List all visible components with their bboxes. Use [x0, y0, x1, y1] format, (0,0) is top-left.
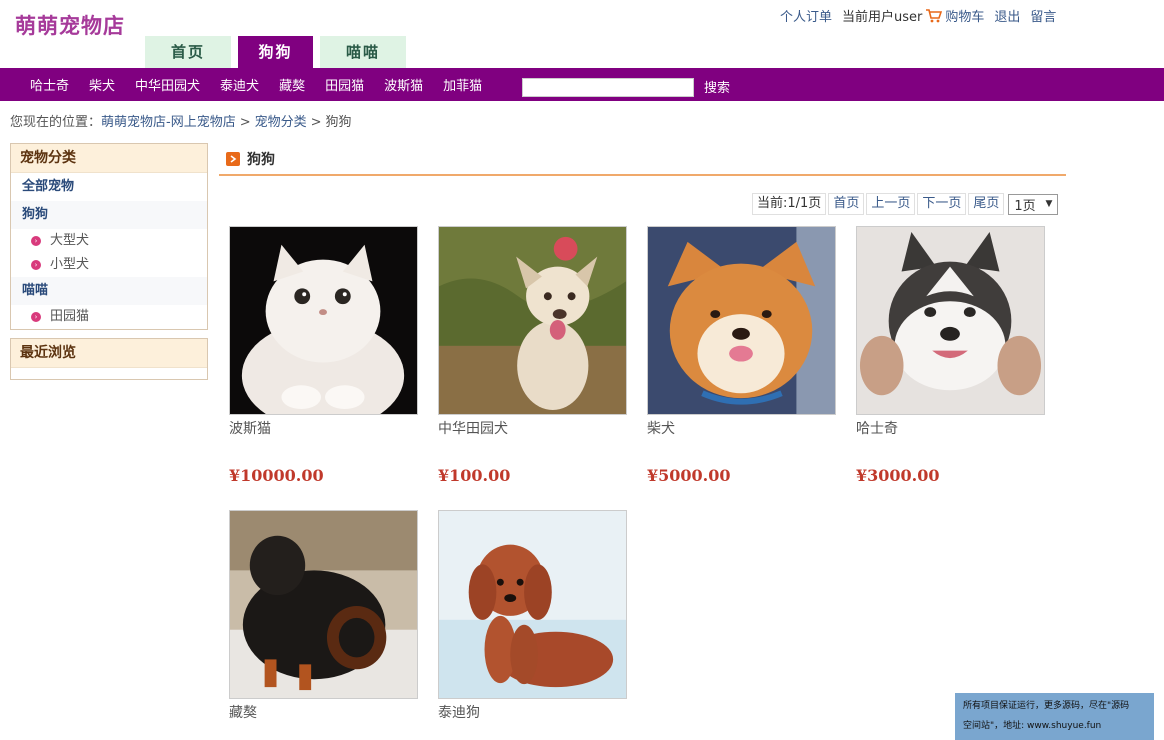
- nav-item-chinese-rural-dog[interactable]: 中华田园犬: [125, 75, 210, 94]
- category-panel-title: 宠物分类: [11, 144, 207, 173]
- product-image-teddy[interactable]: [438, 510, 627, 699]
- category-nav-bar: 哈士奇 柴犬 中华田园犬 泰迪犬 藏獒 田园猫 波斯猫 加菲猫 搜索: [0, 68, 1164, 101]
- page-select[interactable]: 1页 ▼: [1008, 193, 1059, 215]
- product-image-husky[interactable]: [856, 226, 1045, 415]
- subcategory-large-dog[interactable]: › 大型犬: [11, 229, 207, 253]
- product-price: ¥5000.00: [647, 466, 731, 485]
- product-card: 哈士奇 ¥3000.00: [856, 226, 1045, 485]
- notice-line: 空间站"，地址: www.shuyue.fun: [963, 721, 1102, 731]
- product-price: ¥10000.00: [229, 466, 324, 485]
- pagination: 当前:1/1页 首页 上一页 下一页 尾页 1页 ▼: [752, 193, 1059, 215]
- breadcrumb: 您现在的位置：萌萌宠物店-网上宠物店 > 宠物分类 > 狗狗: [10, 111, 352, 130]
- subcategory-label: 小型犬: [50, 257, 90, 272]
- category-dogs[interactable]: 狗狗: [11, 201, 207, 229]
- message-link[interactable]: 留言: [1030, 6, 1056, 25]
- first-page-link[interactable]: 首页: [828, 193, 865, 215]
- cart-icon[interactable]: [926, 8, 943, 23]
- nav-item-teddy[interactable]: 泰迪犬: [210, 75, 269, 94]
- last-page-link[interactable]: 尾页: [968, 193, 1005, 215]
- category-cats[interactable]: 喵喵: [11, 277, 207, 305]
- site-logo[interactable]: 萌萌宠物店: [15, 10, 125, 40]
- search-input[interactable]: [522, 78, 694, 97]
- tab-dogs[interactable]: 狗狗: [238, 36, 313, 68]
- subcategory-label: 田园猫: [50, 309, 90, 324]
- bullet-icon: ›: [31, 312, 41, 322]
- breadcrumb-category[interactable]: 宠物分类: [255, 115, 307, 130]
- nav-item-rural-cat[interactable]: 田园猫: [315, 75, 374, 94]
- bullet-icon: ›: [31, 236, 41, 246]
- product-card: 泰迪狗: [438, 510, 627, 722]
- nav-item-husky[interactable]: 哈士奇: [20, 75, 79, 94]
- notice-line: 所有项目保证运行，更多源码，尽在"源码: [963, 701, 1130, 711]
- product-name[interactable]: 泰迪狗: [438, 702, 627, 722]
- page-indicator: 当前:1/1页: [752, 193, 827, 215]
- nav-item-persian[interactable]: 波斯猫: [374, 75, 433, 94]
- product-name[interactable]: 柴犬: [647, 418, 836, 438]
- main-tabs: 首页 狗狗 喵喵: [145, 36, 413, 68]
- product-card: 藏獒: [229, 510, 418, 722]
- product-price: ¥100.00: [438, 466, 511, 485]
- top-links: 个人订单 当前用户user 购物车 退出 留言: [780, 6, 1056, 25]
- page-select-value: 1页: [1014, 198, 1036, 214]
- nav-item-garfield[interactable]: 加菲猫: [433, 75, 492, 94]
- recent-panel: 最近浏览: [10, 338, 208, 380]
- product-card: 柴犬 ¥5000.00: [647, 226, 836, 485]
- product-image-shiba[interactable]: [647, 226, 836, 415]
- arrow-right-icon: [226, 151, 240, 166]
- prev-page-link[interactable]: 上一页: [866, 193, 916, 215]
- next-page-link[interactable]: 下一页: [917, 193, 967, 215]
- bullet-icon: ›: [31, 260, 41, 270]
- product-image-tibetan-mastiff[interactable]: [229, 510, 418, 699]
- breadcrumb-separator: >: [239, 115, 251, 130]
- product-card: 波斯猫 ¥10000.00: [229, 226, 418, 485]
- category-panel: 宠物分类 全部宠物 狗狗 › 大型犬 › 小型犬 喵喵 › 田园猫: [10, 143, 208, 330]
- product-image-chinese-rural-dog[interactable]: [438, 226, 627, 415]
- current-user-label: 当前用户user: [842, 10, 923, 25]
- chevron-down-icon: ▼: [1045, 199, 1053, 209]
- orders-link[interactable]: 个人订单: [780, 6, 832, 25]
- breadcrumb-prefix: 您现在的位置：: [10, 115, 102, 130]
- search-button[interactable]: 搜索: [704, 77, 730, 96]
- category-all[interactable]: 全部宠物: [11, 173, 207, 201]
- nav-item-shiba[interactable]: 柴犬: [79, 75, 125, 94]
- nav-item-mastiff[interactable]: 藏獒: [269, 75, 315, 94]
- cart-link[interactable]: 购物车: [945, 6, 984, 25]
- subcategory-label: 大型犬: [50, 233, 90, 248]
- product-name[interactable]: 藏獒: [229, 702, 418, 722]
- product-name[interactable]: 哈士奇: [856, 418, 1045, 438]
- tab-home[interactable]: 首页: [145, 36, 231, 68]
- product-card: 中华田园犬 ¥100.00: [438, 226, 627, 485]
- breadcrumb-separator: >: [310, 115, 322, 130]
- subcategory-small-dog[interactable]: › 小型犬: [11, 253, 207, 277]
- source-notice: 所有项目保证运行，更多源码，尽在"源码 空间站"，地址: www.shuyue.…: [955, 693, 1154, 740]
- section-title: 狗狗: [247, 151, 275, 168]
- product-name[interactable]: 中华田园犬: [438, 418, 627, 438]
- product-price: ¥3000.00: [856, 466, 940, 485]
- product-image-persian-cat[interactable]: [229, 226, 418, 415]
- breadcrumb-current: 狗狗: [325, 115, 352, 130]
- logout-link[interactable]: 退出: [994, 6, 1020, 25]
- tab-cats[interactable]: 喵喵: [320, 36, 406, 68]
- recent-panel-title: 最近浏览: [11, 339, 207, 368]
- subcategory-rural-cat[interactable]: › 田园猫: [11, 305, 207, 329]
- product-name[interactable]: 波斯猫: [229, 418, 418, 438]
- breadcrumb-home[interactable]: 萌萌宠物店-网上宠物店: [101, 115, 236, 130]
- section-header: 狗狗: [219, 143, 1066, 176]
